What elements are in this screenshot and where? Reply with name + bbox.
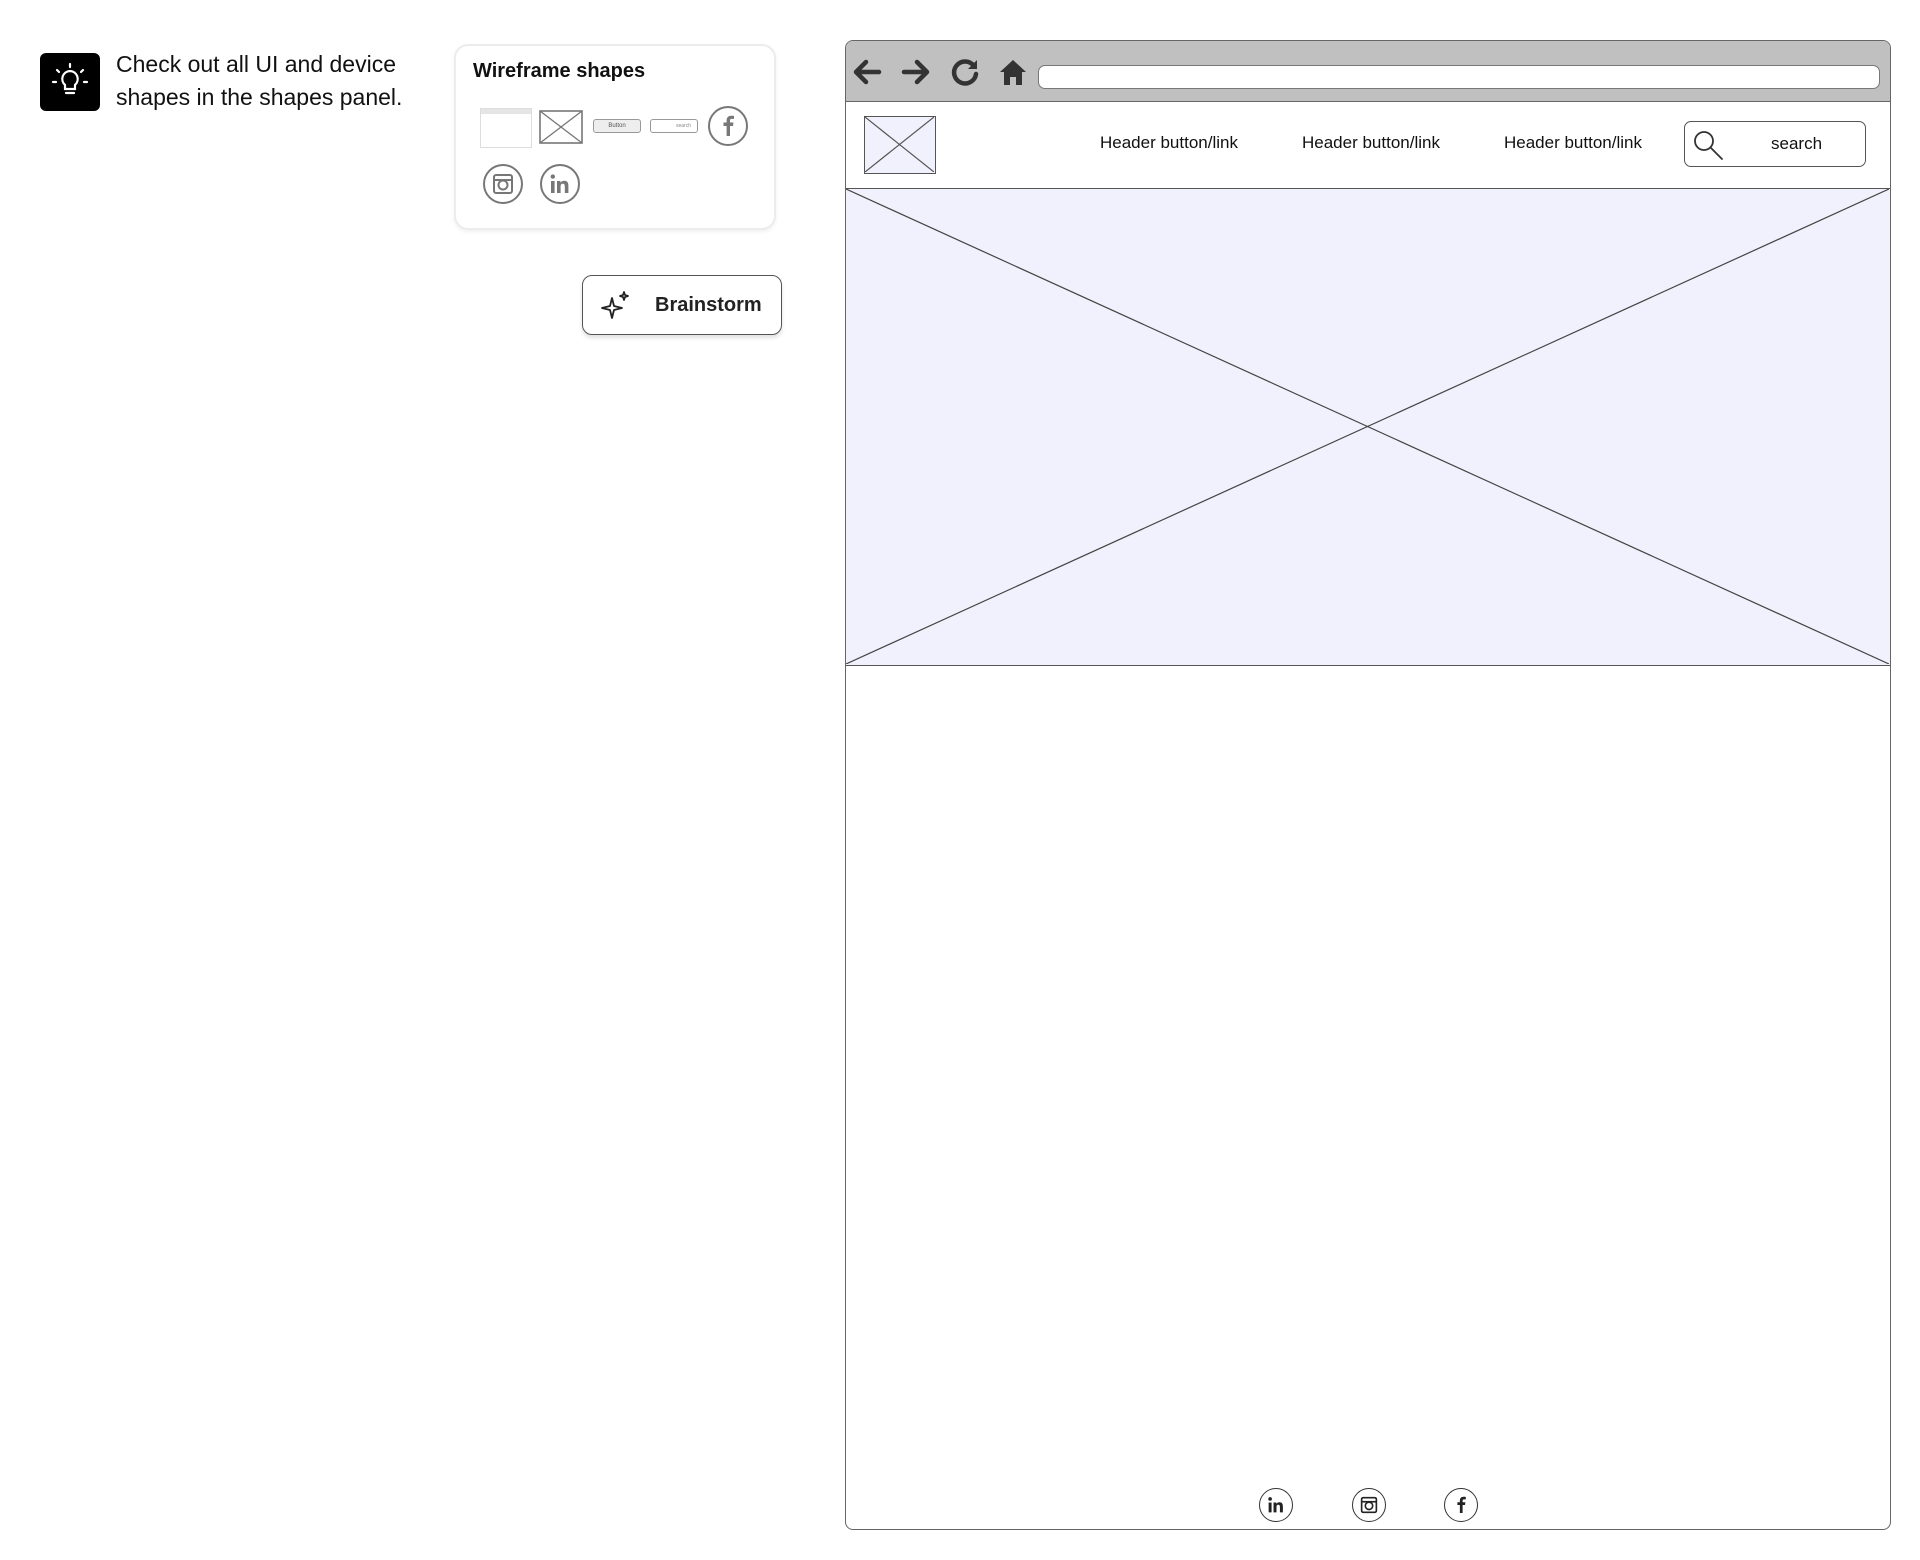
- facebook-icon[interactable]: [1444, 1488, 1478, 1522]
- arrow-left-icon[interactable]: [852, 57, 882, 87]
- tip-text: Check out all UI and device shapes in th…: [116, 51, 403, 110]
- instagram-icon[interactable]: [483, 164, 523, 204]
- brainstorm-button[interactable]: Brainstorm: [582, 275, 782, 335]
- header-link-1[interactable]: Header button/link: [1100, 133, 1238, 153]
- shapes-panel-title: Wireframe shapes: [473, 60, 646, 82]
- reload-icon[interactable]: [950, 57, 980, 87]
- image-placeholder-thumb[interactable]: [539, 110, 583, 144]
- shapes-panel: Wireframe shapes Button search: [454, 44, 776, 230]
- search-icon: [1694, 131, 1723, 160]
- arrow-right-icon[interactable]: [901, 57, 931, 87]
- instagram-icon[interactable]: [1352, 1488, 1386, 1522]
- social-footer: [846, 1488, 1890, 1524]
- lightbulb-icon: [40, 53, 100, 111]
- logo-placeholder: [864, 116, 936, 174]
- browser-toolbar: [846, 41, 1890, 102]
- search-shape-thumb[interactable]: search: [650, 119, 698, 133]
- sparkle-icon: [601, 291, 629, 319]
- facebook-icon[interactable]: [708, 106, 748, 146]
- browser-thumb-bar: [481, 109, 531, 114]
- search-input[interactable]: search: [1684, 121, 1866, 167]
- linkedin-icon[interactable]: [1259, 1488, 1293, 1522]
- linkedin-icon[interactable]: [540, 164, 580, 204]
- search-placeholder: search: [1771, 134, 1823, 153]
- hero-image-placeholder: [846, 188, 1890, 666]
- header-link-3[interactable]: Header button/link: [1504, 133, 1642, 153]
- button-shape-thumb[interactable]: Button: [593, 119, 641, 133]
- brainstorm-label: Brainstorm: [655, 293, 762, 316]
- browser-wireframe: Header button/link Header button/link He…: [845, 40, 1891, 1530]
- browser-shape-thumb[interactable]: [480, 108, 532, 148]
- home-icon[interactable]: [998, 57, 1028, 87]
- address-bar[interactable]: [1038, 65, 1880, 89]
- header-link-2[interactable]: Header button/link: [1302, 133, 1440, 153]
